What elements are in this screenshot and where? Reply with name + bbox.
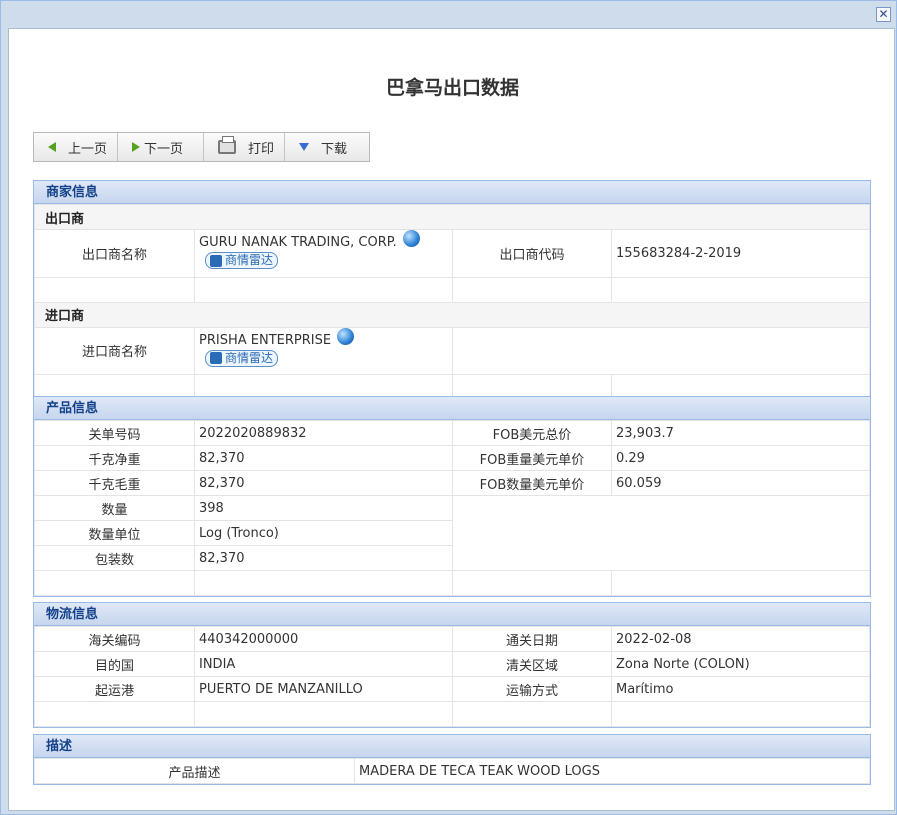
product-value: 82,370 — [194, 445, 453, 471]
product-section-title: 产品信息 — [34, 397, 870, 420]
empty-cell — [452, 495, 870, 571]
product-value: 60.059 — [611, 470, 870, 496]
exporter-name-cell: GURU NANAK TRADING, CORP. 商情雷达 — [194, 229, 453, 278]
product-value: 82,370 — [194, 470, 453, 496]
logistics-section: 物流信息 海关编码 440342000000 通关日期 2022-02-08 目… — [33, 602, 871, 728]
exporter-name: GURU NANAK TRADING, CORP. — [199, 235, 397, 250]
arrow-right-icon — [132, 142, 141, 152]
radar-label: 商情雷达 — [225, 350, 274, 365]
globe-icon[interactable] — [337, 327, 355, 345]
empty-cell — [34, 701, 195, 727]
product-label: 千克毛重 — [34, 470, 195, 496]
product-label: 数量 — [34, 495, 195, 521]
product-section: 产品信息 关单号码 2022020889832 FOB美元总价 23,903.7… — [33, 396, 871, 597]
radar-icon — [210, 254, 222, 267]
printer-icon — [218, 136, 237, 154]
dialog-window: ✕ 巴拿马出口数据 上一页 下一页 打印 下载 商家信息 出口商 出口商名称 G… — [0, 0, 897, 815]
toolbar: 上一页 下一页 打印 下载 — [33, 132, 371, 162]
page-title: 巴拿马出口数据 — [385, 77, 519, 99]
logistics-value: 2022-02-08 — [611, 626, 870, 652]
empty-cell — [194, 276, 453, 303]
empty-cell — [194, 701, 453, 727]
logistics-label: 运输方式 — [452, 676, 612, 702]
product-value: 398 — [194, 495, 453, 521]
exporter-code: 155683284-2-2019 — [611, 229, 870, 278]
empty-cell — [194, 570, 453, 596]
radar-label: 商情雷达 — [225, 253, 274, 267]
importer-name-cell: PRISHA ENTERPRISE 商情雷达 — [194, 326, 453, 375]
print-button[interactable]: 打印 — [204, 133, 286, 161]
print-label: 打印 — [248, 141, 275, 157]
logistics-label: 起运港 — [34, 676, 195, 702]
logistics-value: Zona Norte (COLON) — [611, 651, 870, 677]
empty-cell — [611, 701, 870, 727]
merchant-section: 商家信息 出口商 出口商名称 GURU NANAK TRADING, CORP.… — [33, 180, 871, 401]
empty-cell — [34, 570, 195, 596]
product-value: 0.29 — [611, 445, 870, 471]
globe-icon[interactable] — [402, 230, 420, 247]
product-label: FOB数量美元单价 — [452, 470, 612, 496]
product-value: 23,903.7 — [611, 420, 870, 446]
description-label: 产品描述 — [34, 758, 355, 784]
empty-cell — [452, 701, 612, 727]
logistics-label: 海关编码 — [34, 626, 195, 652]
arrow-left-icon — [48, 142, 56, 152]
importer-name-label: 进口商名称 — [34, 326, 195, 375]
importer-heading: 进口商 — [34, 301, 870, 328]
product-label: 千克净重 — [34, 445, 195, 471]
product-label: 数量单位 — [34, 520, 195, 546]
description-section-title: 描述 — [34, 735, 870, 758]
logistics-value: PUERTO DE MANZANILLO — [194, 676, 453, 702]
radar-icon — [210, 352, 222, 364]
product-label: 包装数 — [34, 545, 195, 571]
product-label: FOB重量美元单价 — [452, 445, 612, 471]
logistics-value: INDIA — [194, 651, 453, 677]
prev-page-label: 上一页 — [68, 141, 108, 157]
empty-cell — [611, 276, 870, 303]
empty-cell — [452, 276, 612, 303]
product-value: 82,370 — [194, 545, 453, 571]
description-value: MADERA DE TECA TEAK WOOD LOGS — [354, 758, 870, 784]
arrow-down-icon — [299, 143, 310, 151]
product-value: Log (Tronco) — [194, 520, 453, 546]
merchant-section-title: 商家信息 — [34, 181, 870, 204]
exporter-radar-button[interactable]: 商情雷达 — [205, 252, 279, 269]
next-page-label: 下一页 — [144, 141, 184, 157]
logistics-value: 440342000000 — [194, 626, 453, 652]
close-button[interactable]: ✕ — [876, 7, 891, 22]
dialog-body: 巴拿马出口数据 上一页 下一页 打印 下载 商家信息 出口商 出口商名称 GUR… — [8, 28, 895, 811]
empty-cell — [611, 570, 870, 596]
logistics-label: 清关区域 — [452, 651, 612, 677]
product-label: 关单号码 — [34, 420, 195, 446]
importer-name: PRISHA ENTERPRISE — [199, 332, 332, 348]
importer-radar-button[interactable]: 商情雷达 — [205, 349, 279, 367]
logistics-label: 目的国 — [34, 651, 195, 677]
exporter-name-label: 出口商名称 — [34, 229, 195, 278]
product-label: FOB美元总价 — [452, 420, 612, 446]
prev-page-button[interactable]: 上一页 — [34, 133, 119, 161]
empty-cell — [452, 570, 612, 596]
product-value: 2022020889832 — [194, 420, 453, 446]
empty-cell — [452, 326, 870, 375]
exporter-heading: 出口商 — [34, 204, 870, 230]
download-label: 下载 — [321, 141, 348, 157]
logistics-section-title: 物流信息 — [34, 603, 870, 626]
logistics-label: 通关日期 — [452, 626, 612, 652]
logistics-value: Marítimo — [611, 676, 870, 702]
next-page-button[interactable]: 下一页 — [118, 133, 205, 161]
download-button[interactable]: 下载 — [285, 133, 369, 161]
exporter-code-label: 出口商代码 — [452, 229, 612, 278]
description-section: 描述 产品描述 MADERA DE TECA TEAK WOOD LOGS — [33, 734, 871, 785]
empty-cell — [34, 276, 195, 303]
